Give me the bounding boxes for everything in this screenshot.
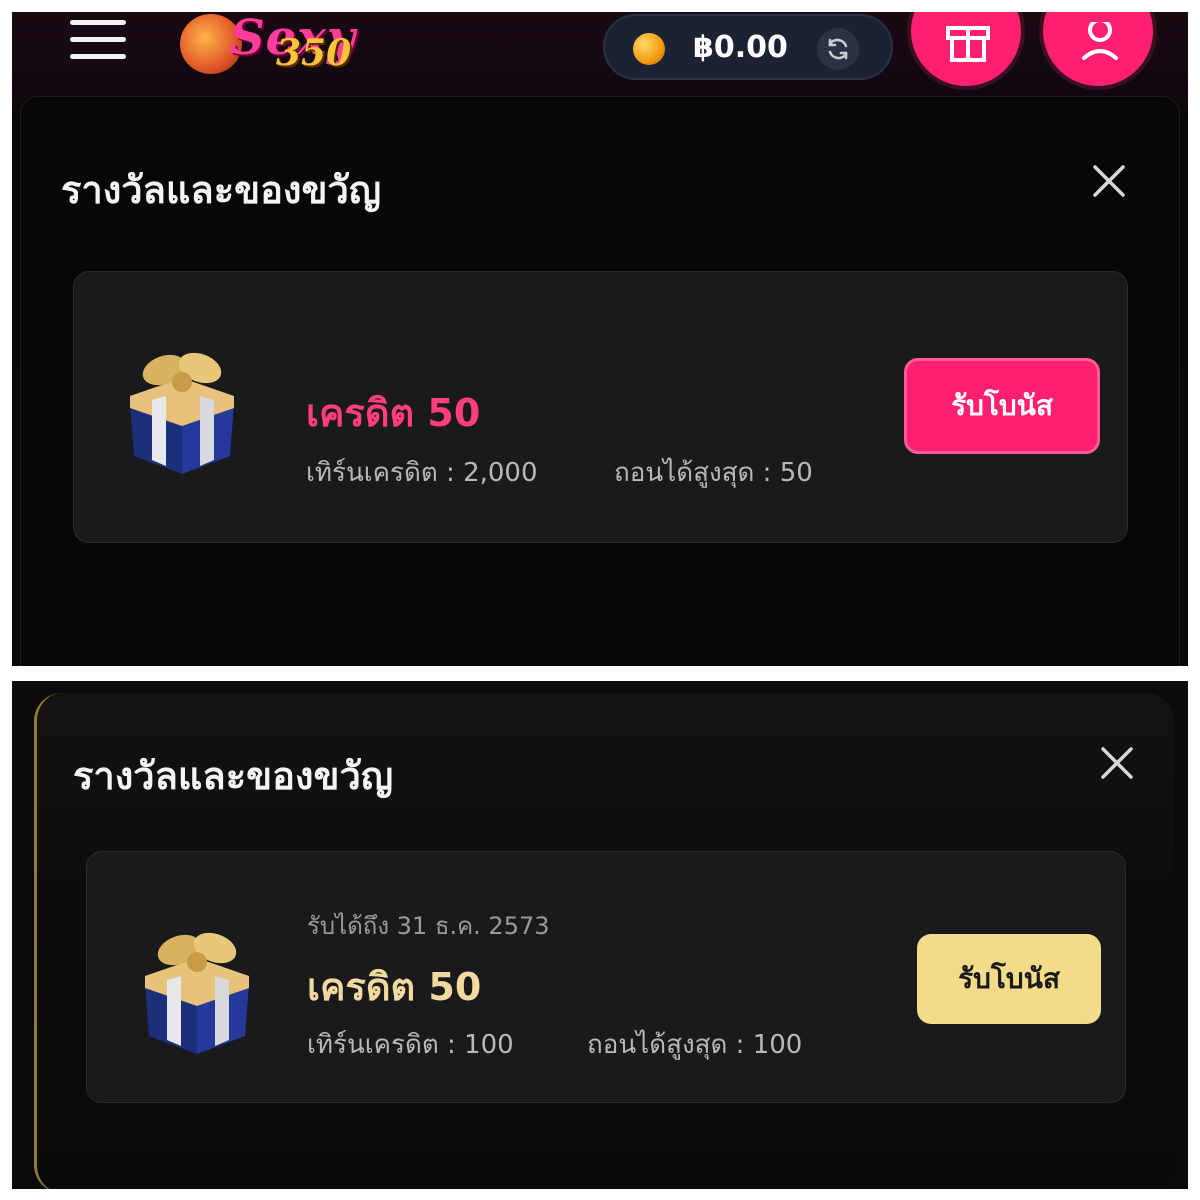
screenshot-top: Sexy 350 ฿0.00 รางวัลและของขวัญ เครดิต 5… xyxy=(12,12,1188,666)
dialog-title: รางวัลและของขวัญ xyxy=(61,168,382,212)
dialog-title: รางวัลและของขวัญ xyxy=(73,754,394,798)
gift-box-icon xyxy=(112,342,252,482)
top-bar: Sexy 350 ฿0.00 xyxy=(12,12,1188,102)
screenshot-bottom: รางวัลและของขวัญ รับได้ถึง 31 ธ.ค. 2573 xyxy=(12,681,1188,1189)
balance-amount: ฿0.00 xyxy=(693,30,788,65)
refresh-icon[interactable] xyxy=(817,28,859,70)
user-icon xyxy=(1082,22,1118,60)
reward-card: รับได้ถึง 31 ธ.ค. 2573 เครดิต 50 เทิร์นเ… xyxy=(86,851,1126,1103)
menu-icon[interactable] xyxy=(70,20,126,60)
max-withdraw-text: ถอนได้สูงสุด : 100 xyxy=(587,1030,803,1060)
close-icon[interactable] xyxy=(1091,163,1127,199)
profile-button[interactable] xyxy=(1039,12,1157,90)
rewards-dialog: รางวัลและของขวัญ xyxy=(20,96,1180,666)
reward-expiry: รับได้ถึง 31 ธ.ค. 2573 xyxy=(307,912,550,940)
turnover-text: เทิร์นเครดิต : 100 xyxy=(307,1030,514,1060)
turnover-text: เทิร์นเครดิต : 2,000 xyxy=(306,458,538,488)
gift-box-icon xyxy=(127,922,267,1062)
coin-icon xyxy=(633,33,665,65)
reward-card: เครดิต 50 เทิร์นเครดิต : 2,000 ถอนได้สูง… xyxy=(73,271,1128,543)
reward-title: เครดิต 50 xyxy=(306,391,481,435)
logo-number: 350 xyxy=(276,32,352,74)
site-logo[interactable]: Sexy 350 xyxy=(180,12,410,86)
claim-bonus-button[interactable]: รับโบนัส xyxy=(904,358,1100,454)
wallet-balance: ฿0.00 xyxy=(603,14,893,80)
gift-button[interactable] xyxy=(907,12,1025,90)
reward-title: เครดิต 50 xyxy=(307,965,482,1009)
close-icon[interactable] xyxy=(1099,745,1135,781)
gift-icon xyxy=(946,26,990,62)
claim-bonus-button[interactable]: รับโบนัส xyxy=(917,934,1101,1024)
max-withdraw-text: ถอนได้สูงสุด : 50 xyxy=(614,458,813,488)
